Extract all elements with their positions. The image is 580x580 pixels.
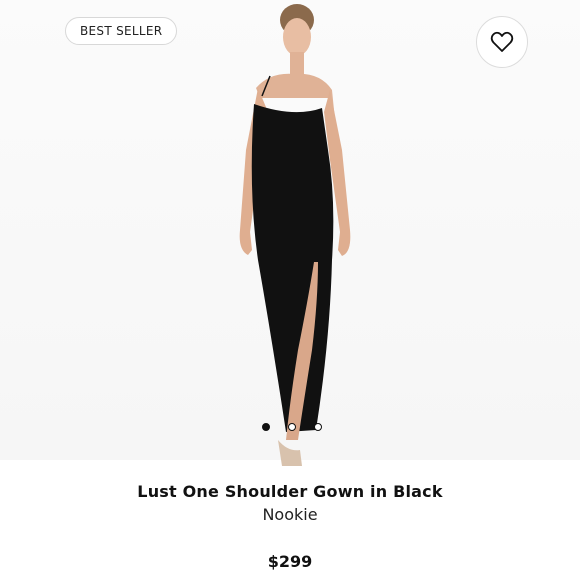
gallery-pagination [262, 423, 322, 431]
product-photo-model [239, 4, 351, 466]
best-seller-label: BEST SELLER [80, 24, 163, 38]
best-seller-badge: BEST SELLER [65, 17, 178, 45]
product-brand[interactable]: Nookie [0, 505, 580, 524]
dress-shape [251, 104, 334, 432]
face-shape [283, 18, 311, 56]
shoes-shape [278, 440, 302, 466]
neck-shape [290, 52, 304, 76]
product-image-area[interactable]: BEST SELLER [0, 0, 580, 466]
gallery-dot-2[interactable] [288, 423, 296, 431]
product-price: $299 [267, 552, 313, 571]
gallery-dot-3[interactable] [314, 423, 322, 431]
gallery-dot-1[interactable] [262, 423, 270, 431]
heart-outline-icon [490, 31, 514, 52]
product-title: Lust One Shoulder Gown in Black [137, 482, 443, 501]
product-card: BEST SELLER Lust One Shoulder Gown in Bl… [0, 0, 580, 580]
favorite-button[interactable] [476, 16, 528, 68]
